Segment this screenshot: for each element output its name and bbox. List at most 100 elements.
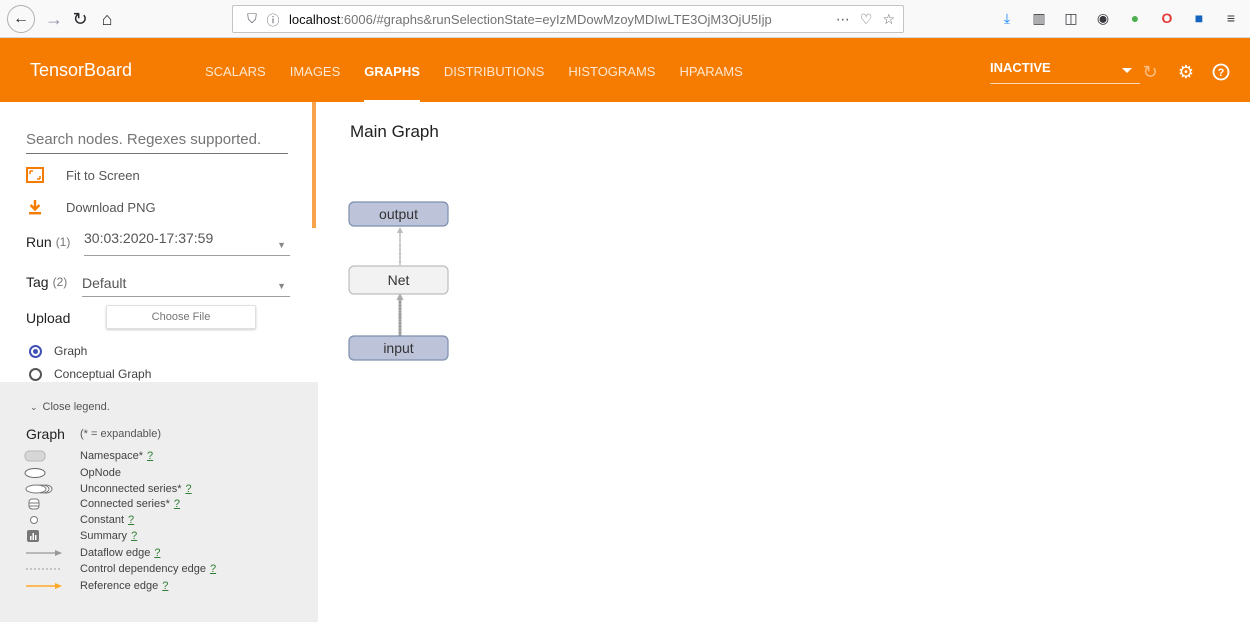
graph-node-net[interactable]: Net: [348, 265, 449, 295]
unconnected-series-icon: [24, 482, 68, 496]
legend-item: OpNode: [24, 466, 304, 480]
search-nodes-input[interactable]: [26, 126, 288, 154]
upload-label-row: Upload: [26, 310, 70, 326]
forward-button[interactable]: →: [41, 6, 67, 32]
url-bar[interactable]: ⛉ ⓘ localhost:6006/#graphs&runSelectionS…: [232, 5, 904, 33]
download-png-label: Download PNG: [66, 199, 156, 215]
library-icon[interactable]: ▥: [1030, 9, 1048, 27]
sidebar-icon[interactable]: ◫: [1062, 9, 1080, 27]
url-host: localhost: [289, 11, 341, 27]
legend-item: Connected series*?: [24, 497, 304, 511]
graph-legend: ⌄ Close legend. Graph (* = expandable) Na…: [0, 382, 318, 622]
namespace-icon: [24, 449, 68, 463]
download-png-button[interactable]: Download PNG: [26, 198, 156, 216]
run-dropdown-value: 30:03:2020-17:37:59: [84, 230, 214, 246]
extension-red-icon[interactable]: O: [1158, 9, 1176, 27]
tab-bar: SCALARS IMAGES GRAPHS DISTRIBUTIONS HIST…: [193, 38, 755, 102]
graph-canvas[interactable]: Main Graph output Net input: [318, 102, 1250, 622]
legend-title: Graph: [26, 426, 65, 442]
tab-hparams[interactable]: HPARAMS: [667, 38, 754, 102]
help-link[interactable]: ?: [128, 514, 134, 526]
dataflow-edge: [397, 227, 403, 265]
radio-checked-icon: [29, 344, 42, 358]
tab-graphs[interactable]: GRAPHS: [352, 38, 432, 102]
tab-scalars[interactable]: SCALARS: [193, 38, 278, 102]
help-link[interactable]: ?: [174, 498, 180, 510]
back-button[interactable]: ←: [7, 5, 35, 33]
legend-label: Connected series*: [80, 498, 170, 510]
download-icon: [26, 198, 44, 216]
help-icon[interactable]: ?: [1211, 62, 1231, 82]
help-link[interactable]: ?: [162, 580, 168, 592]
chevron-down-icon: ▼: [277, 240, 286, 250]
legend-label: Namespace*: [80, 450, 143, 462]
close-legend-label: Close legend.: [42, 401, 110, 413]
legend-item: Constant?: [24, 513, 304, 527]
account-icon[interactable]: ◉: [1094, 9, 1112, 27]
settings-gear-icon[interactable]: ⚙: [1176, 62, 1196, 82]
graph-sidebar: Fit to Screen Download PNG Run (1) 30:03…: [0, 102, 318, 622]
help-link[interactable]: ?: [131, 530, 137, 542]
refresh-icon[interactable]: ↻: [1140, 62, 1160, 82]
dropdown-caret-icon: [1122, 68, 1132, 73]
control-edge-icon: [24, 562, 68, 576]
legend-item: Unconnected series*?: [24, 482, 304, 496]
constant-icon: [24, 513, 68, 527]
radio-graph-label: Graph: [54, 344, 88, 358]
radio-conceptual-graph[interactable]: Conceptual Graph: [29, 367, 151, 381]
run-label: Run: [26, 234, 52, 250]
legend-item: Namespace*?: [24, 449, 304, 463]
legend-item: Dataflow edge?: [24, 546, 304, 560]
run-count: (1): [55, 235, 71, 249]
graph-node-input[interactable]: input: [348, 335, 449, 361]
shield-icon: ⛉: [247, 11, 257, 26]
home-button[interactable]: ⌂: [94, 6, 120, 32]
close-legend-toggle[interactable]: ⌄ Close legend.: [30, 401, 110, 413]
chevron-down-icon: ▼: [277, 281, 286, 291]
sidebar-scrollbar[interactable]: [312, 102, 316, 228]
info-icon[interactable]: ⓘ: [263, 10, 283, 29]
url-path: :6006/#graphs&runSelectionState=eyIzMDow…: [340, 11, 772, 27]
radio-unchecked-icon: [29, 367, 42, 381]
tag-label-row: Tag (2): [26, 274, 67, 290]
help-link[interactable]: ?: [154, 547, 160, 559]
pocket-icon[interactable]: ♡: [860, 11, 873, 28]
tag-count: (2): [52, 275, 68, 289]
tag-label: Tag: [26, 274, 49, 290]
legend-item: Summary?: [24, 529, 304, 543]
help-link[interactable]: ?: [186, 483, 192, 495]
dataflow-edge: [396, 293, 404, 336]
node-label: output: [379, 206, 418, 222]
page-actions-icon[interactable]: ⋯: [836, 11, 850, 28]
run-dropdown[interactable]: 30:03:2020-17:37:59 ▼: [84, 230, 290, 256]
extension-shield-icon[interactable]: ■: [1190, 9, 1208, 27]
menu-icon[interactable]: ≡: [1222, 9, 1240, 27]
browser-toolbar: ← → ↻ ⌂ ⛉ ⓘ localhost:6006/#graphs&runSe…: [0, 0, 1250, 38]
bookmark-star-icon[interactable]: ☆: [882, 11, 895, 28]
legend-label: Reference edge: [80, 580, 159, 592]
tab-histograms[interactable]: HISTOGRAMS: [556, 38, 667, 102]
tab-images[interactable]: IMAGES: [278, 38, 353, 102]
download-icon[interactable]: ⤓: [998, 9, 1016, 27]
help-link[interactable]: ?: [147, 450, 153, 462]
node-label: Net: [388, 272, 410, 288]
graph-node-output[interactable]: output: [348, 201, 449, 227]
svg-text:?: ?: [1218, 67, 1225, 79]
radio-conceptual-label: Conceptual Graph: [54, 367, 152, 381]
tensorboard-header: TensorBoard SCALARS IMAGES GRAPHS DISTRI…: [0, 38, 1250, 102]
plugin-select[interactable]: INACTIVE: [990, 60, 1140, 84]
radio-graph[interactable]: Graph: [29, 344, 87, 358]
reference-edge-icon: [24, 579, 68, 593]
tag-dropdown[interactable]: Default ▼: [82, 271, 290, 297]
tab-distributions[interactable]: DISTRIBUTIONS: [432, 38, 556, 102]
upload-label: Upload: [26, 310, 71, 326]
fit-to-screen-button[interactable]: Fit to Screen: [26, 166, 140, 184]
legend-label: Control dependency edge: [80, 563, 206, 575]
legend-label: Unconnected series*: [80, 483, 182, 495]
choose-file-button[interactable]: Choose File: [106, 305, 256, 329]
extension-green-icon[interactable]: ●: [1126, 9, 1144, 27]
reload-button[interactable]: ↻: [67, 6, 93, 32]
url-text[interactable]: localhost:6006/#graphs&runSelectionState…: [289, 12, 809, 27]
help-link[interactable]: ?: [210, 563, 216, 575]
app-title: TensorBoard: [30, 60, 133, 80]
